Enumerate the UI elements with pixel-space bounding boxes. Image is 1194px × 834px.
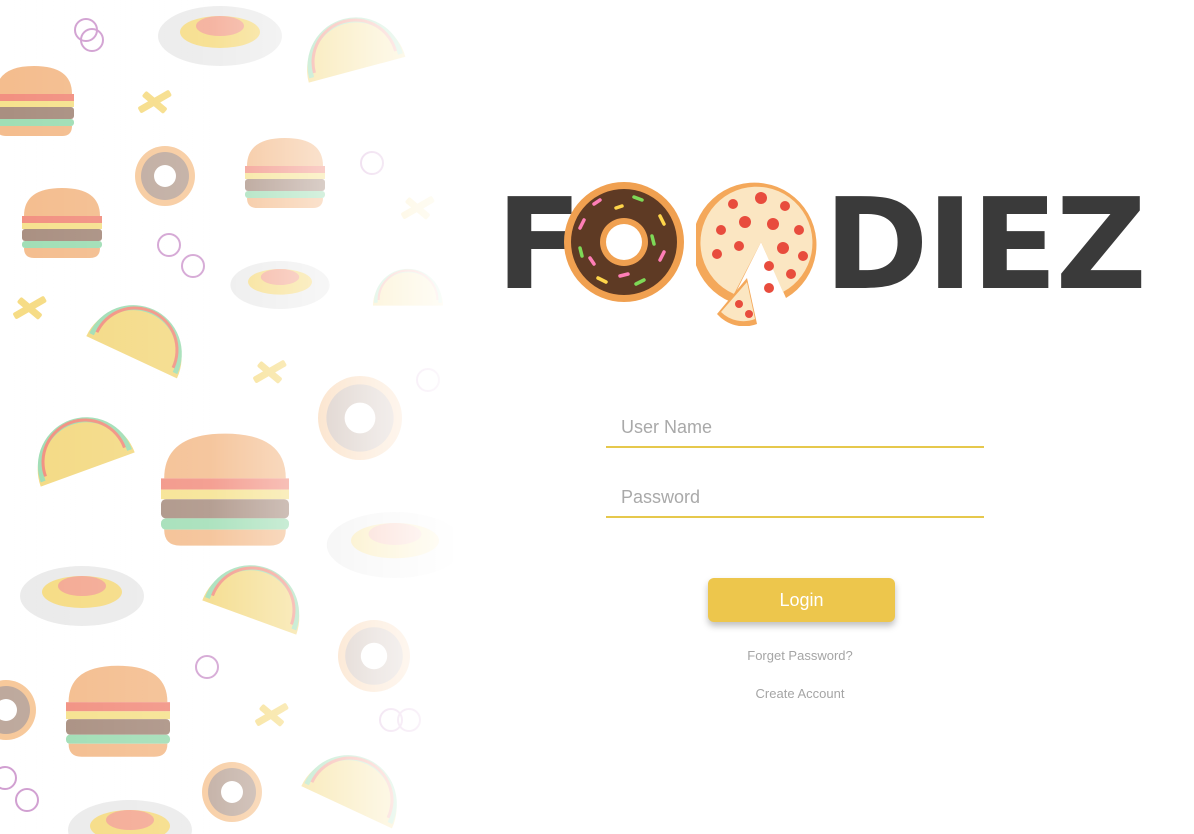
- foodiez-logo: F DIEZ: [496, 176, 1147, 326]
- donut-icon: [564, 182, 684, 302]
- food-pattern-background: [0, 0, 470, 834]
- food-pattern: [0, 0, 464, 834]
- logo-letters-diez: DIEZ: [824, 171, 1147, 318]
- create-account-link[interactable]: Create Account: [700, 686, 900, 701]
- password-input[interactable]: [606, 478, 984, 518]
- login-button[interactable]: Login: [708, 578, 895, 622]
- username-input[interactable]: [606, 408, 984, 448]
- forgot-password-link[interactable]: Forget Password?: [700, 648, 900, 663]
- pizza-icon: [696, 182, 817, 326]
